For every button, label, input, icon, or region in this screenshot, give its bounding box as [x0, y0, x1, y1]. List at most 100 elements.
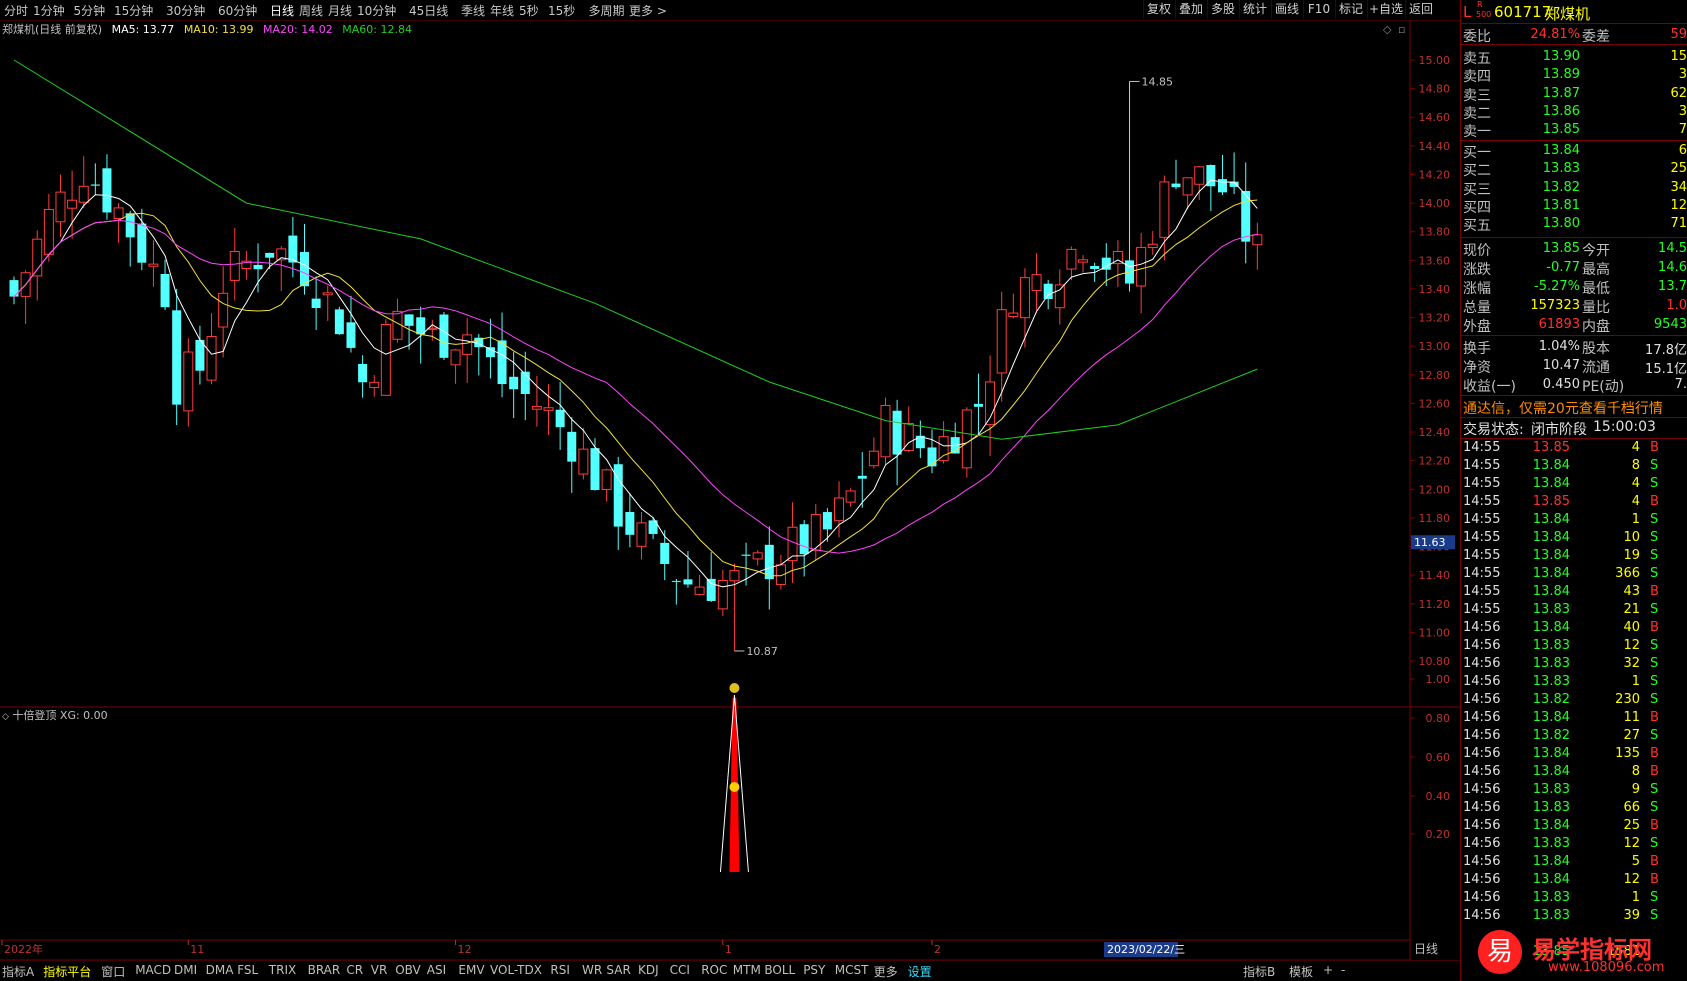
bid-vol-4: 71: [1670, 216, 1687, 232]
candle-up: [880, 404, 891, 458]
indicator-tab-right-3[interactable]: -: [1341, 963, 1345, 977]
candle-down: [590, 448, 600, 490]
candle-up: [450, 349, 461, 366]
ma20-line: [13, 219, 1258, 554]
ask-label-4: 卖一: [1463, 124, 1491, 141]
tick-side-18: B: [1650, 764, 1659, 779]
indicator-tab-26[interactable]: 设置: [908, 963, 932, 980]
indicator-tab-0[interactable]: 指标A: [2, 963, 34, 980]
period-tab-4[interactable]: 30分钟: [166, 2, 205, 19]
price-tick-label: 13.00: [1419, 340, 1451, 353]
indicator-tab-11[interactable]: OBV: [395, 963, 421, 977]
candle-up: [113, 207, 124, 220]
toolbar-button-3[interactable]: 统计: [1239, 0, 1270, 19]
period-tab-10[interactable]: 45日线: [409, 2, 448, 19]
tick-time-23: 14:56: [1463, 854, 1501, 869]
indicator-tab-20[interactable]: ROC: [701, 963, 727, 977]
indicator-tab-15[interactable]: RSI: [550, 963, 570, 977]
tick-time-19: 14:56: [1463, 782, 1501, 797]
ad-link[interactable]: 通达信，仅需20元查看千档行情: [1463, 398, 1663, 418]
indicator-tab-10[interactable]: VR: [371, 963, 388, 977]
period-tab-0[interactable]: 分时: [4, 2, 28, 19]
candle-down: [625, 511, 635, 535]
period-tab-15[interactable]: 多周期: [589, 2, 625, 19]
collapse-icon[interactable]: ◇: [2, 712, 9, 722]
toolbar-button-6[interactable]: 标记: [1335, 0, 1366, 19]
indicator-tab-right-1[interactable]: 模板: [1289, 963, 1313, 980]
indicator-tab-25[interactable]: 更多: [874, 963, 898, 980]
price-tick-label: 11.20: [1419, 598, 1451, 611]
tick-side-2: S: [1650, 476, 1659, 491]
panel-divider: [1461, 23, 1687, 24]
period-tab-7[interactable]: 周线: [299, 2, 323, 19]
candle-down: [799, 524, 809, 555]
tick-side-26: S: [1650, 908, 1659, 923]
tick-price-11: 13.83: [1532, 638, 1570, 653]
period-tab-14[interactable]: 15秒: [548, 2, 575, 19]
bid-label-4: 买五: [1463, 218, 1491, 235]
tick-vol-7: 366: [1615, 566, 1640, 581]
toolbar-button-2[interactable]: 多股: [1207, 0, 1238, 19]
tick-vol-15: 11: [1623, 710, 1640, 725]
indicator-tab-17[interactable]: SAR: [606, 963, 630, 977]
period-tab-6[interactable]: 日线: [270, 2, 294, 19]
indicator-tab-24[interactable]: MCST: [835, 963, 869, 977]
period-tab-2[interactable]: 5分钟: [74, 2, 106, 19]
quote-value2-1: 14.6: [1658, 260, 1687, 275]
indicator-tab-3[interactable]: MACD: [135, 963, 171, 977]
indicator-tab-13[interactable]: EMV: [458, 963, 484, 977]
price-tick-label: 10.80: [1419, 655, 1451, 668]
indicator-tab-2[interactable]: 窗口: [101, 963, 125, 980]
kline-chart[interactable]: 15.00 14.80 14.60 14.40 14.20 14.00 13.80 13.60…: [0, 20, 1460, 960]
indicator-tab-right-2[interactable]: +: [1323, 963, 1333, 977]
toolbar-button-4[interactable]: 画线: [1271, 0, 1302, 19]
toolbar-button-7[interactable]: +自选: [1367, 0, 1404, 19]
period-tab-11[interactable]: 季线: [461, 2, 485, 19]
period-tab-16[interactable]: 更多 >: [629, 2, 667, 19]
indicator-tab-23[interactable]: PSY: [803, 963, 825, 977]
toolbar-button-0[interactable]: 复权: [1143, 0, 1174, 19]
candle-up: [729, 570, 740, 582]
toolbar-button-8[interactable]: 返回: [1405, 0, 1436, 19]
indicator-tab-7[interactable]: TRIX: [269, 963, 296, 977]
indicator-tab-1[interactable]: 指标平台: [43, 963, 91, 980]
price-tick-label: 12.20: [1419, 455, 1451, 468]
indicator-tab-4[interactable]: DMI: [174, 963, 197, 977]
indicator-tab-8[interactable]: BRAR: [308, 963, 341, 977]
candle-up: [148, 263, 159, 267]
indicator-tab-14[interactable]: VOL-TDX: [490, 963, 542, 977]
indicator-tab-9[interactable]: CR: [346, 963, 363, 977]
period-tab-8[interactable]: 月线: [328, 2, 352, 19]
tick-vol-0: 4: [1631, 440, 1640, 455]
ask-price-4: 13.85: [1542, 122, 1580, 138]
indicator-tab-21[interactable]: MTM: [733, 963, 761, 977]
indicator-tab-18[interactable]: KDJ: [638, 963, 659, 977]
indicator-tab-12[interactable]: ASI: [427, 963, 446, 977]
period-tab-5[interactable]: 60分钟: [218, 2, 257, 19]
quote-label2-3: 量比: [1582, 300, 1610, 316]
toolbar-button-5[interactable]: F10: [1303, 0, 1334, 19]
watermark: 易易学指标网 www.108096.com: [1478, 930, 1683, 978]
indicator-tab-19[interactable]: CCI: [670, 963, 690, 977]
period-tab-9[interactable]: 10分钟: [357, 2, 396, 19]
tick-price-2: 13.84: [1532, 476, 1570, 491]
tick-side-24: B: [1650, 872, 1659, 887]
candle-down: [102, 168, 112, 213]
bid-price-2: 13.82: [1542, 179, 1580, 195]
indicator-tab-16[interactable]: WR: [582, 963, 602, 977]
indicator-tab-right-0[interactable]: 指标B: [1243, 963, 1275, 980]
toolbar-button-1[interactable]: 叠加: [1175, 0, 1206, 19]
bid-vol-3: 12: [1670, 197, 1687, 213]
indicator-tab-6[interactable]: FSL: [237, 963, 258, 977]
indicator-tab-22[interactable]: BOLL: [764, 963, 795, 977]
period-tab-3[interactable]: 15分钟: [114, 2, 153, 19]
tick-time-10: 14:56: [1463, 620, 1501, 635]
period-tab-13[interactable]: 5秒: [519, 2, 539, 19]
indicator-tab-5[interactable]: DMA: [206, 963, 234, 977]
period-tab-1[interactable]: 1分钟: [33, 2, 65, 19]
tick-side-25: S: [1650, 890, 1659, 905]
candle-up: [1031, 274, 1042, 291]
period-tab-12[interactable]: 年线: [490, 2, 514, 19]
tick-vol-9: 21: [1623, 602, 1640, 617]
tick-price-24: 13.84: [1532, 872, 1570, 887]
